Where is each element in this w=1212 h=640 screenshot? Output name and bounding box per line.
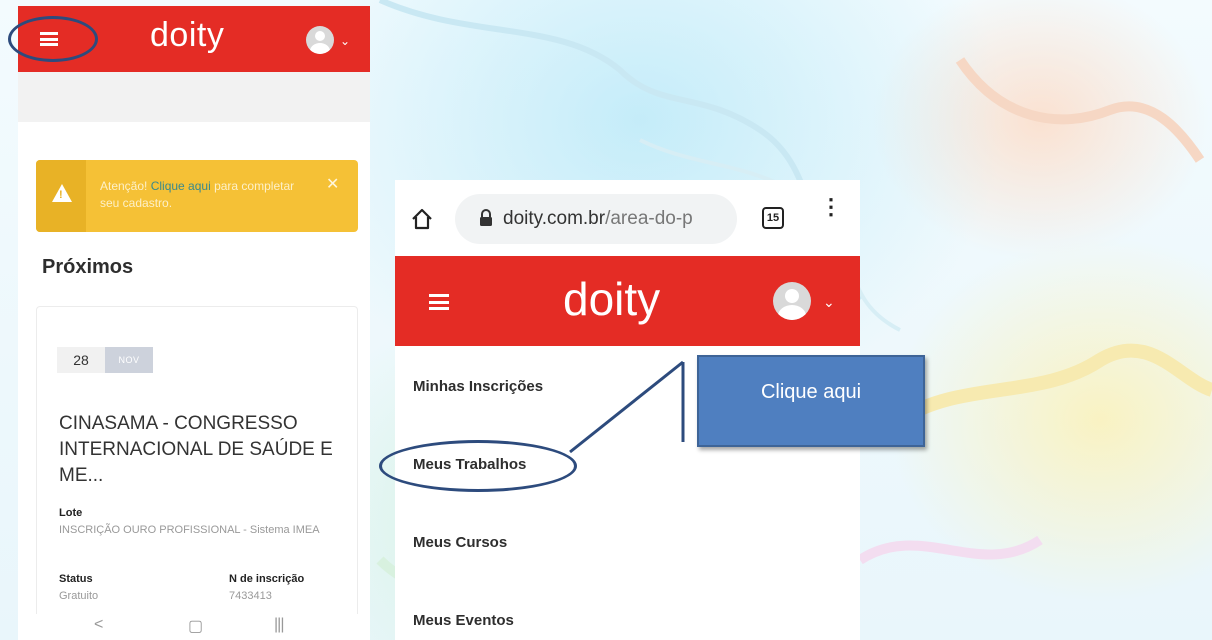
callout-text: Clique aqui [760,381,862,403]
home-icon[interactable] [411,208,433,230]
status-label: Status [59,573,93,585]
event-card[interactable]: 28 NOV CINASAMA - CONGRESSO INTERNACIONA… [36,306,358,640]
callout-box: Clique aqui [697,355,925,447]
doity-logo[interactable]: doity [563,272,660,326]
event-title[interactable]: CINASAMA - CONGRESSO INTERNACIONAL DE SA… [59,411,349,489]
address-bar[interactable]: doity.com.br/area-do-p [455,194,737,244]
close-icon[interactable]: ✕ [326,174,339,194]
user-avatar-icon[interactable] [306,26,334,54]
lock-icon [480,209,492,226]
lote-label: Lote [59,507,83,519]
app-header: doity ⌄ [395,256,860,346]
android-nav-bar: < ▢ ||| [18,614,370,640]
status-value: Gratuito [59,590,99,602]
kebab-menu-icon[interactable]: ⋮ [820,196,842,218]
section-title: Próximos [42,256,134,278]
tab-count-button[interactable]: 15 [762,207,784,229]
browser-toolbar: doity.com.br/area-do-p 15 ⋮ [395,180,860,256]
annotation-circle-menu [8,16,98,62]
annotation-circle-meus-trabalhos [379,440,577,492]
registration-number-label: N de inscrição [229,573,305,585]
chevron-down-icon[interactable]: ⌄ [340,34,350,48]
url-text[interactable]: doity.com.br/area-do-p [503,208,693,230]
lote-value: INSCRIÇÃO OURO PROFISSIONAL - Sistema IM… [59,524,320,536]
back-icon[interactable]: < [94,616,103,634]
home-nav-icon[interactable]: ▢ [188,616,203,636]
menu-item-minhas-inscricoes[interactable]: Minhas Inscrições [413,378,543,395]
hamburger-menu-icon[interactable] [429,294,449,310]
url-domain: doity.com.br [503,208,606,229]
url-path: /area-do-p [605,208,693,229]
event-date-day: 28 [57,347,105,373]
user-avatar-icon[interactable] [773,282,811,320]
chevron-down-icon[interactable]: ⌄ [823,294,835,311]
recents-icon[interactable]: ||| [274,616,285,634]
complete-profile-alert: ! Atenção! Clique aqui para completar se… [36,160,358,232]
registration-number-value: 7433413 [229,590,272,602]
gray-band [18,72,370,122]
menu-item-meus-eventos[interactable]: Meus Eventos [413,612,514,629]
alert-icon-box: ! [36,160,86,232]
warning-icon-mark: ! [59,189,63,201]
event-date-month: NOV [105,347,153,373]
alert-message: Atenção! Clique aqui para completar seu … [100,178,300,212]
left-phone-screenshot: doity ⌄ ! Atenção! Clique aqui para comp… [18,6,370,640]
alert-text-prefix: Atenção! [100,179,151,193]
menu-item-meus-cursos[interactable]: Meus Cursos [413,534,507,551]
doity-logo[interactable]: doity [150,16,224,55]
alert-link[interactable]: Clique aqui [151,179,211,193]
